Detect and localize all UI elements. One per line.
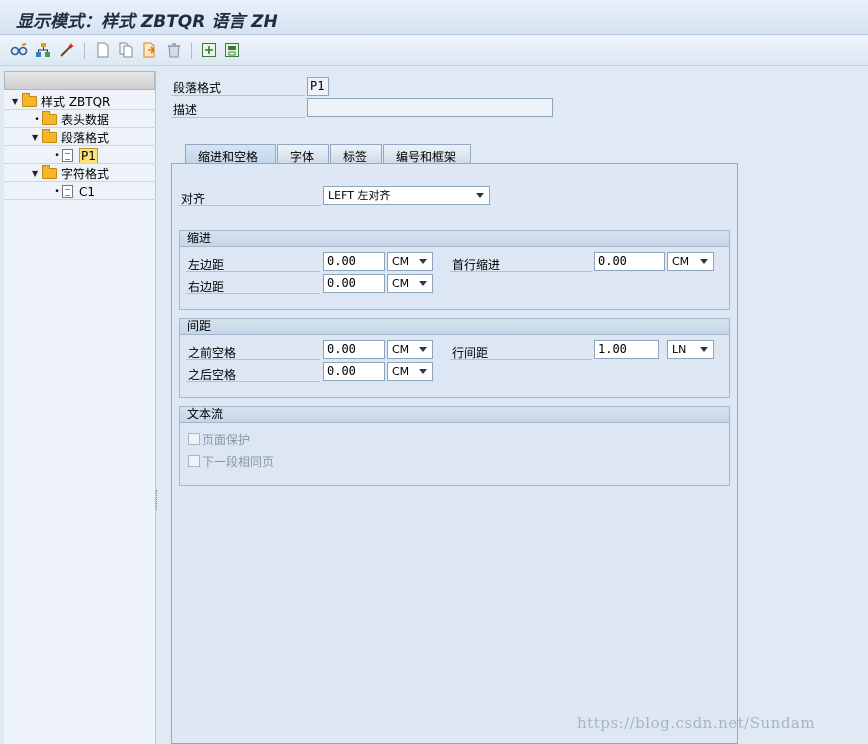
- folder-icon: [42, 111, 57, 125]
- next-document-icon[interactable]: [141, 41, 159, 59]
- text-flow-group-title: 文本流: [180, 407, 729, 423]
- left-margin-field[interactable]: 0.00: [323, 252, 385, 271]
- new-document-icon[interactable]: [94, 41, 112, 59]
- save-frame-icon[interactable]: [223, 41, 241, 59]
- line-spacing-unit-dropdown[interactable]: LN: [667, 340, 714, 359]
- text-flow-group: 文本流: [179, 406, 730, 486]
- space-before-unit-dropdown[interactable]: CM: [387, 340, 433, 359]
- expand-arrow-icon[interactable]: ▼: [32, 169, 42, 178]
- magic-wand-icon[interactable]: [58, 41, 76, 59]
- tree-node-label: 样式 ZBTQR: [41, 95, 111, 109]
- tree-node-c1[interactable]: • C1: [52, 183, 95, 200]
- document-icon: [62, 185, 73, 198]
- right-margin-field[interactable]: 0.00: [323, 274, 385, 293]
- paragraph-format-label: 段落格式: [173, 81, 222, 95]
- next-same-page-label: 下一段相同页: [202, 455, 275, 469]
- panel-splitter[interactable]: [156, 490, 159, 510]
- tab-font[interactable]: 字体: [277, 144, 329, 164]
- spacing-group-title: 间距: [180, 319, 729, 335]
- document-icon: [62, 149, 73, 162]
- paragraph-format-field[interactable]: P1: [307, 77, 329, 96]
- title-bar: 显示模式：样式 ZBTQR 语言 ZH: [0, 0, 868, 35]
- tree-node-header-data[interactable]: • 表头数据: [32, 111, 109, 128]
- application-toolbar: [0, 36, 868, 66]
- tree-node-label: 段落格式: [61, 131, 110, 145]
- first-line-indent-unit-dropdown[interactable]: CM: [667, 252, 714, 271]
- tree-node-root[interactable]: ▼ 样式 ZBTQR: [12, 93, 110, 110]
- indent-group-title: 缩进: [180, 231, 729, 247]
- chevron-down-icon: [419, 369, 427, 374]
- description-label: 描述: [173, 103, 198, 117]
- window-title: 显示模式：样式 ZBTQR 语言 ZH: [16, 12, 278, 32]
- tree-header: [4, 71, 155, 90]
- description-field[interactable]: [307, 98, 553, 117]
- glasses-icon[interactable]: [10, 41, 28, 59]
- add-frame-icon[interactable]: [200, 41, 218, 59]
- align-dropdown-value: LEFT 左对齐: [328, 189, 391, 202]
- style-tree-panel: ▼ 样式 ZBTQR • 表头数据 ▼ 段落格式 • P1 ▼ 字符格式 • C…: [4, 71, 156, 744]
- folder-icon: [42, 165, 57, 179]
- page-protect-label: 页面保护: [202, 433, 251, 447]
- page-protect-checkbox[interactable]: [188, 433, 200, 445]
- next-same-page-checkbox[interactable]: [188, 455, 200, 467]
- left-margin-unit-dropdown[interactable]: CM: [387, 252, 433, 271]
- right-margin-unit-dropdown[interactable]: CM: [387, 274, 433, 293]
- tree-node-label: 表头数据: [61, 113, 110, 127]
- hierarchy-icon[interactable]: [34, 41, 52, 59]
- delete-icon[interactable]: [165, 41, 183, 59]
- chevron-down-icon: [700, 259, 708, 264]
- chevron-down-icon: [476, 193, 484, 198]
- tree-node-paragraph-formats[interactable]: ▼ 段落格式: [32, 129, 109, 146]
- tree-node-label: P1: [79, 147, 98, 164]
- align-dropdown[interactable]: LEFT 左对齐: [323, 186, 490, 205]
- first-line-indent-field[interactable]: 0.00: [594, 252, 665, 271]
- watermark-text: https://blog.csdn.net/Sundam: [577, 714, 816, 732]
- chevron-down-icon: [419, 259, 427, 264]
- tab-numbering-frame[interactable]: 编号和框架: [383, 144, 471, 164]
- space-after-field[interactable]: 0.00: [323, 362, 385, 381]
- tree-node-label: 字符格式: [61, 167, 110, 181]
- expand-arrow-icon[interactable]: ▼: [32, 133, 42, 142]
- chevron-down-icon: [419, 347, 427, 352]
- tree-node-char-formats[interactable]: ▼ 字符格式: [32, 165, 109, 182]
- tree-node-p1[interactable]: • P1: [52, 147, 98, 164]
- expand-arrow-icon[interactable]: ▼: [12, 97, 22, 106]
- tree-node-label: C1: [79, 184, 96, 199]
- space-before-field[interactable]: 0.00: [323, 340, 385, 359]
- folder-icon: [22, 93, 37, 107]
- space-after-unit-dropdown[interactable]: CM: [387, 362, 433, 381]
- tab-tabs[interactable]: 标签: [330, 144, 382, 164]
- line-spacing-field[interactable]: 1.00: [594, 340, 659, 359]
- copy-document-icon[interactable]: [117, 41, 135, 59]
- chevron-down-icon: [700, 347, 708, 352]
- tab-indent-spacing[interactable]: 缩进和空格: [185, 144, 276, 164]
- folder-icon: [42, 129, 57, 143]
- chevron-down-icon: [419, 281, 427, 286]
